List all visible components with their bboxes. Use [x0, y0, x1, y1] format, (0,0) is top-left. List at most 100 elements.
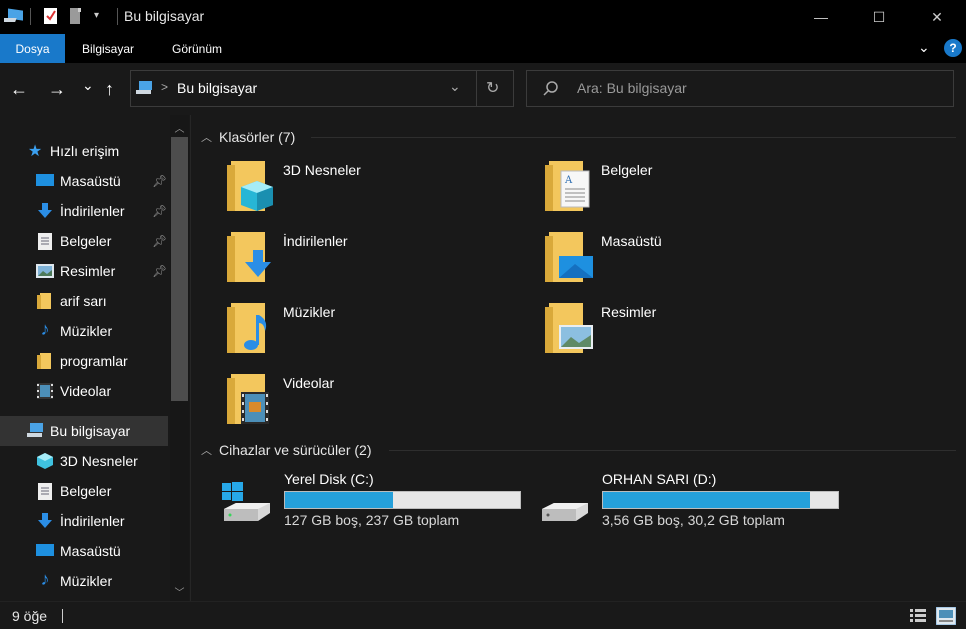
title-separator [117, 8, 118, 25]
drive-icon [542, 503, 588, 521]
tab-bilgisayar[interactable]: Bilgisayar [82, 34, 134, 63]
videos-folder-icon [227, 374, 269, 424]
new-folder-icon[interactable] [68, 6, 84, 29]
sidebar-item-music-pc[interactable]: ♪ Müzikler [0, 566, 168, 596]
sidebar-item-documents-pc[interactable]: Belgeler [0, 476, 168, 506]
collapse-icon[interactable]: ︿ [201, 442, 212, 458]
status-separator [62, 609, 63, 623]
folder-item[interactable]: A Belgeler [545, 159, 845, 223]
sidebar-item-pictures[interactable]: Resimler 📌︎ [0, 256, 168, 286]
breadcrumb-separator[interactable]: > [161, 80, 168, 94]
back-button[interactable]: ← [10, 77, 28, 101]
sidebar-item-programlar[interactable]: programlar [0, 346, 168, 376]
folder-item[interactable]: Resimler [545, 301, 845, 365]
folder-name: Masaüstü [601, 233, 662, 249]
recent-locations-button[interactable]: ⌄ [82, 73, 94, 97]
tab-label: Görünüm [172, 41, 223, 56]
documents-icon [36, 232, 54, 250]
folder-icon [36, 292, 54, 310]
folder-item[interactable]: Videolar [227, 372, 527, 436]
drive-item[interactable]: Yerel Disk (C:) 127 GB boş, 237 GB topla… [220, 471, 525, 533]
address-dropdown-icon[interactable]: ⌄ [449, 78, 461, 95]
star-icon: ★ [27, 143, 43, 160]
expand-ribbon-icon[interactable]: ⌄ [918, 39, 930, 56]
pin-icon[interactable]: 📌︎ [152, 264, 167, 278]
up-button[interactable]: ↑ [105, 77, 114, 101]
help-icon[interactable]: ? [944, 39, 962, 57]
address-divider [476, 71, 477, 106]
sidebar-item-label: İndirilenler [60, 513, 125, 529]
maximize-button[interactable]: ☐ [850, 0, 908, 34]
folder-name: İndirilenler [283, 233, 348, 249]
sidebar-item-3d-objects[interactable]: 3D Nesneler [0, 446, 168, 476]
drive-usage-fill [285, 492, 394, 508]
sidebar-item-label: Belgeler [60, 483, 112, 499]
close-button[interactable]: ✕ [908, 0, 966, 34]
sidebar-scroll-thumb[interactable] [171, 137, 188, 401]
folder-name: Resimler [601, 304, 657, 320]
sidebar-item-this-pc[interactable]: Bu bilgisayar [0, 416, 168, 446]
forward-button[interactable]: → [48, 77, 66, 101]
pictures-folder-icon [545, 303, 593, 353]
tab-gorunum[interactable]: Görünüm [172, 34, 222, 63]
qat-dropdown-icon[interactable]: ▾ [94, 10, 99, 21]
pin-icon[interactable]: 📌︎ [152, 174, 167, 188]
folder-item[interactable]: İndirilenler [227, 230, 527, 294]
sidebar-item-label: Müzikler [60, 323, 113, 339]
status-bar: 9 öğe [0, 601, 966, 629]
address-bar[interactable]: > Bu bilgisayar ⌄ ↻ [130, 70, 514, 107]
tab-dosya[interactable]: Dosya [0, 34, 65, 63]
drive-size-text: 127 GB boş, 237 GB toplam [284, 512, 460, 528]
folder-name: Müzikler [283, 304, 336, 320]
search-input[interactable]: Ara: Bu bilgisayar [526, 70, 954, 107]
tab-label: Bilgisayar [82, 41, 135, 56]
windows-drive-icon [222, 482, 270, 521]
cube-folder-icon [227, 161, 273, 211]
scroll-up-icon[interactable]: ︿ [170, 117, 189, 137]
folder-item[interactable]: Müzikler [227, 301, 527, 365]
sidebar-item-quick-access[interactable]: ★ Hızlı erişim [0, 136, 168, 166]
sidebar-item-documents[interactable]: Belgeler 📌︎ [0, 226, 168, 256]
sidebar-item-label: 3D Nesneler [60, 453, 138, 469]
folder-item[interactable]: Masaüstü [545, 230, 845, 294]
drive-usage-bar [284, 491, 521, 509]
sidebar-item-label: Hızlı erişim [50, 143, 120, 159]
scroll-down-icon[interactable]: ﹀ [170, 581, 189, 601]
folder-item[interactable]: 3D Nesneler [227, 159, 527, 223]
breadcrumb[interactable]: Bu bilgisayar [177, 80, 257, 96]
computer-icon[interactable] [0, 6, 26, 29]
folders-group-header[interactable]: ︿ Klasörler (7) [201, 127, 295, 147]
sidebar-item-label: Belgeler [60, 233, 112, 249]
sidebar-item-arif-sari[interactable]: arif sarı [0, 286, 168, 316]
sidebar-item-desktop-pc[interactable]: Masaüstü [0, 536, 168, 566]
documents-icon [36, 482, 54, 500]
details-view-icon[interactable] [910, 608, 926, 627]
drive-usage-bar [602, 491, 839, 509]
cube-icon [36, 452, 54, 470]
group-title: Cihazlar ve sürücüler (2) [219, 442, 372, 458]
sidebar-item-label: Resimler [60, 263, 116, 279]
pin-icon[interactable]: 📌︎ [152, 204, 167, 218]
properties-icon[interactable] [42, 6, 60, 29]
drive-item[interactable]: ORHAN SARI (D:) 3,56 GB boş, 30,2 GB top… [538, 471, 843, 533]
download-icon [36, 512, 54, 530]
close-icon: ✕ [931, 8, 943, 25]
sidebar-item-desktop[interactable]: Masaüstü 📌︎ [0, 166, 168, 196]
search-icon [543, 81, 559, 100]
sidebar-item-music[interactable]: ♪ Müzikler [0, 316, 168, 346]
large-icons-view-icon[interactable] [935, 606, 957, 628]
sidebar-item-videos[interactable]: Videolar [0, 376, 168, 406]
drives-group-header[interactable]: ︿ Cihazlar ve sürücüler (2) [201, 440, 372, 460]
sidebar-item-label: programlar [60, 353, 128, 369]
tab-label: Dosya [15, 41, 50, 56]
item-count: 9 öğe [12, 608, 48, 624]
refresh-button[interactable]: ↻ [486, 78, 499, 98]
folder-icon [36, 352, 54, 370]
sidebar-item-downloads[interactable]: İndirilenler 📌︎ [0, 196, 168, 226]
sidebar-item-downloads-pc[interactable]: İndirilenler [0, 506, 168, 536]
collapse-icon[interactable]: ︿ [201, 129, 212, 145]
music-icon: ♪ [40, 568, 50, 589]
desktop-icon [36, 172, 54, 190]
pin-icon[interactable]: 📌︎ [152, 234, 167, 248]
minimize-button[interactable]: — [792, 0, 850, 34]
